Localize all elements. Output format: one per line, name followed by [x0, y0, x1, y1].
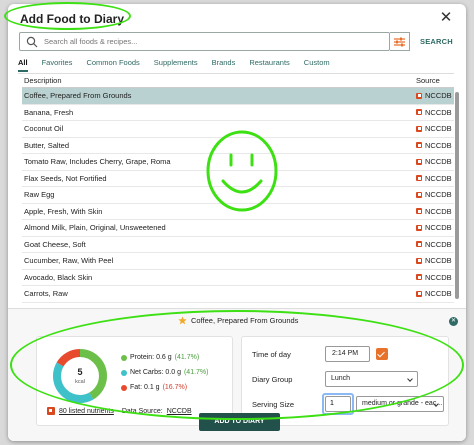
source-cell: NCCDB: [416, 190, 452, 199]
source-icon: [416, 158, 422, 165]
source-icon: [416, 241, 422, 248]
food-name: Tomato Raw, Includes Cherry, Grape, Roma: [24, 157, 171, 167]
annotation-ellipse-panel: [10, 310, 464, 420]
table-row[interactable]: Goat Cheese, Soft NCCDB: [22, 237, 454, 253]
tab-supplements[interactable]: Supplements: [154, 58, 198, 72]
source-icon: [416, 224, 422, 231]
source-cell: NCCDB: [416, 240, 452, 249]
close-icon[interactable]: ✕: [438, 10, 454, 26]
food-name: Carrots, Raw: [24, 289, 68, 299]
food-name: Goat Cheese, Soft: [24, 239, 86, 249]
source-label: NCCDB: [425, 173, 452, 183]
table-row[interactable]: Cucumber, Raw, With Peel NCCDB: [22, 253, 454, 270]
source-label: NCCDB: [425, 107, 452, 117]
tab-brands[interactable]: Brands: [212, 58, 236, 72]
panel-close-icon[interactable]: ✕: [449, 317, 458, 326]
source-label: NCCDB: [425, 140, 452, 150]
table-row[interactable]: Banana, Fresh NCCDB: [22, 105, 454, 121]
tab-restaurants[interactable]: Restaurants: [249, 58, 289, 72]
food-name: Raw Egg: [24, 190, 55, 200]
tab-favorites[interactable]: Favorites: [42, 58, 73, 72]
source-icon: [416, 191, 422, 198]
source-icon: [416, 274, 422, 281]
source-label: NCCDB: [425, 206, 452, 216]
table-header: Description Source: [22, 74, 454, 88]
source-label: NCCDB: [425, 190, 452, 200]
source-cell: NCCDB: [416, 223, 452, 232]
search-box[interactable]: [19, 32, 390, 51]
source-cell: NCCDB: [416, 273, 452, 282]
food-name: Butter, Salted: [24, 140, 70, 150]
source-icon: [416, 257, 422, 264]
annotation-ellipse-title: [4, 2, 131, 30]
source-label: NCCDB: [425, 124, 452, 134]
column-description[interactable]: Description: [24, 76, 62, 85]
source-cell: NCCDB: [416, 157, 452, 166]
table-row[interactable]: Avocado, Black Skin NCCDB: [22, 270, 454, 286]
search-icon: [26, 36, 38, 48]
food-name: Apple, Fresh, With Skin: [24, 206, 103, 216]
source-icon: [416, 175, 422, 182]
source-icon: [416, 125, 422, 132]
smiley-face-annotation: [206, 130, 278, 212]
search-button[interactable]: SEARCH: [420, 37, 453, 46]
tab-common-foods[interactable]: Common Foods: [86, 58, 139, 72]
source-cell: NCCDB: [416, 124, 452, 133]
source-label: NCCDB: [425, 223, 452, 233]
source-label: NCCDB: [425, 239, 452, 249]
tab-all[interactable]: All: [18, 58, 28, 72]
source-cell: NCCDB: [416, 108, 452, 117]
source-cell: NCCDB: [416, 289, 452, 298]
food-name: Coffee, Prepared From Grounds: [24, 91, 132, 101]
source-cell: NCCDB: [416, 91, 452, 100]
search-input[interactable]: [44, 34, 344, 49]
source-icon: [416, 142, 422, 149]
source-cell: NCCDB: [416, 256, 452, 265]
food-name: Flax Seeds, Not Fortified: [24, 173, 107, 183]
food-name: Almond Milk, Plain, Original, Unsweetene…: [24, 223, 166, 233]
food-name: Coconut Oil: [24, 124, 64, 134]
filter-button[interactable]: [390, 32, 410, 51]
source-cell: NCCDB: [416, 174, 452, 183]
column-source[interactable]: Source: [416, 76, 452, 85]
food-name: Banana, Fresh: [24, 107, 74, 117]
food-name: Cucumber, Raw, With Peel: [24, 256, 114, 266]
table-row[interactable]: Almond Milk, Plain, Original, Unsweetene…: [22, 220, 454, 237]
source-cell: NCCDB: [416, 141, 452, 150]
sliders-icon: [394, 37, 405, 47]
source-label: NCCDB: [425, 289, 452, 299]
tab-custom[interactable]: Custom: [304, 58, 330, 72]
table-scrollbar[interactable]: [455, 92, 459, 299]
source-icon: [416, 290, 422, 297]
source-cell: NCCDB: [416, 207, 452, 216]
source-label: NCCDB: [425, 272, 452, 282]
source-icon: [416, 208, 422, 215]
food-name: Avocado, Black Skin: [24, 272, 93, 282]
source-label: NCCDB: [425, 157, 452, 167]
table-row[interactable]: Coffee, Prepared From Grounds NCCDB: [22, 88, 454, 105]
source-label: NCCDB: [425, 256, 452, 266]
category-tabs: All Favorites Common Foods Supplements B…: [18, 58, 344, 72]
source-icon: [416, 92, 422, 99]
source-label: NCCDB: [425, 91, 452, 101]
source-icon: [416, 109, 422, 116]
nccdb-source-icon: [47, 407, 55, 415]
table-row[interactable]: Chicken Breast, Skin Removed Before Cook…: [22, 303, 454, 307]
table-row[interactable]: Carrots, Raw NCCDB: [22, 286, 454, 303]
